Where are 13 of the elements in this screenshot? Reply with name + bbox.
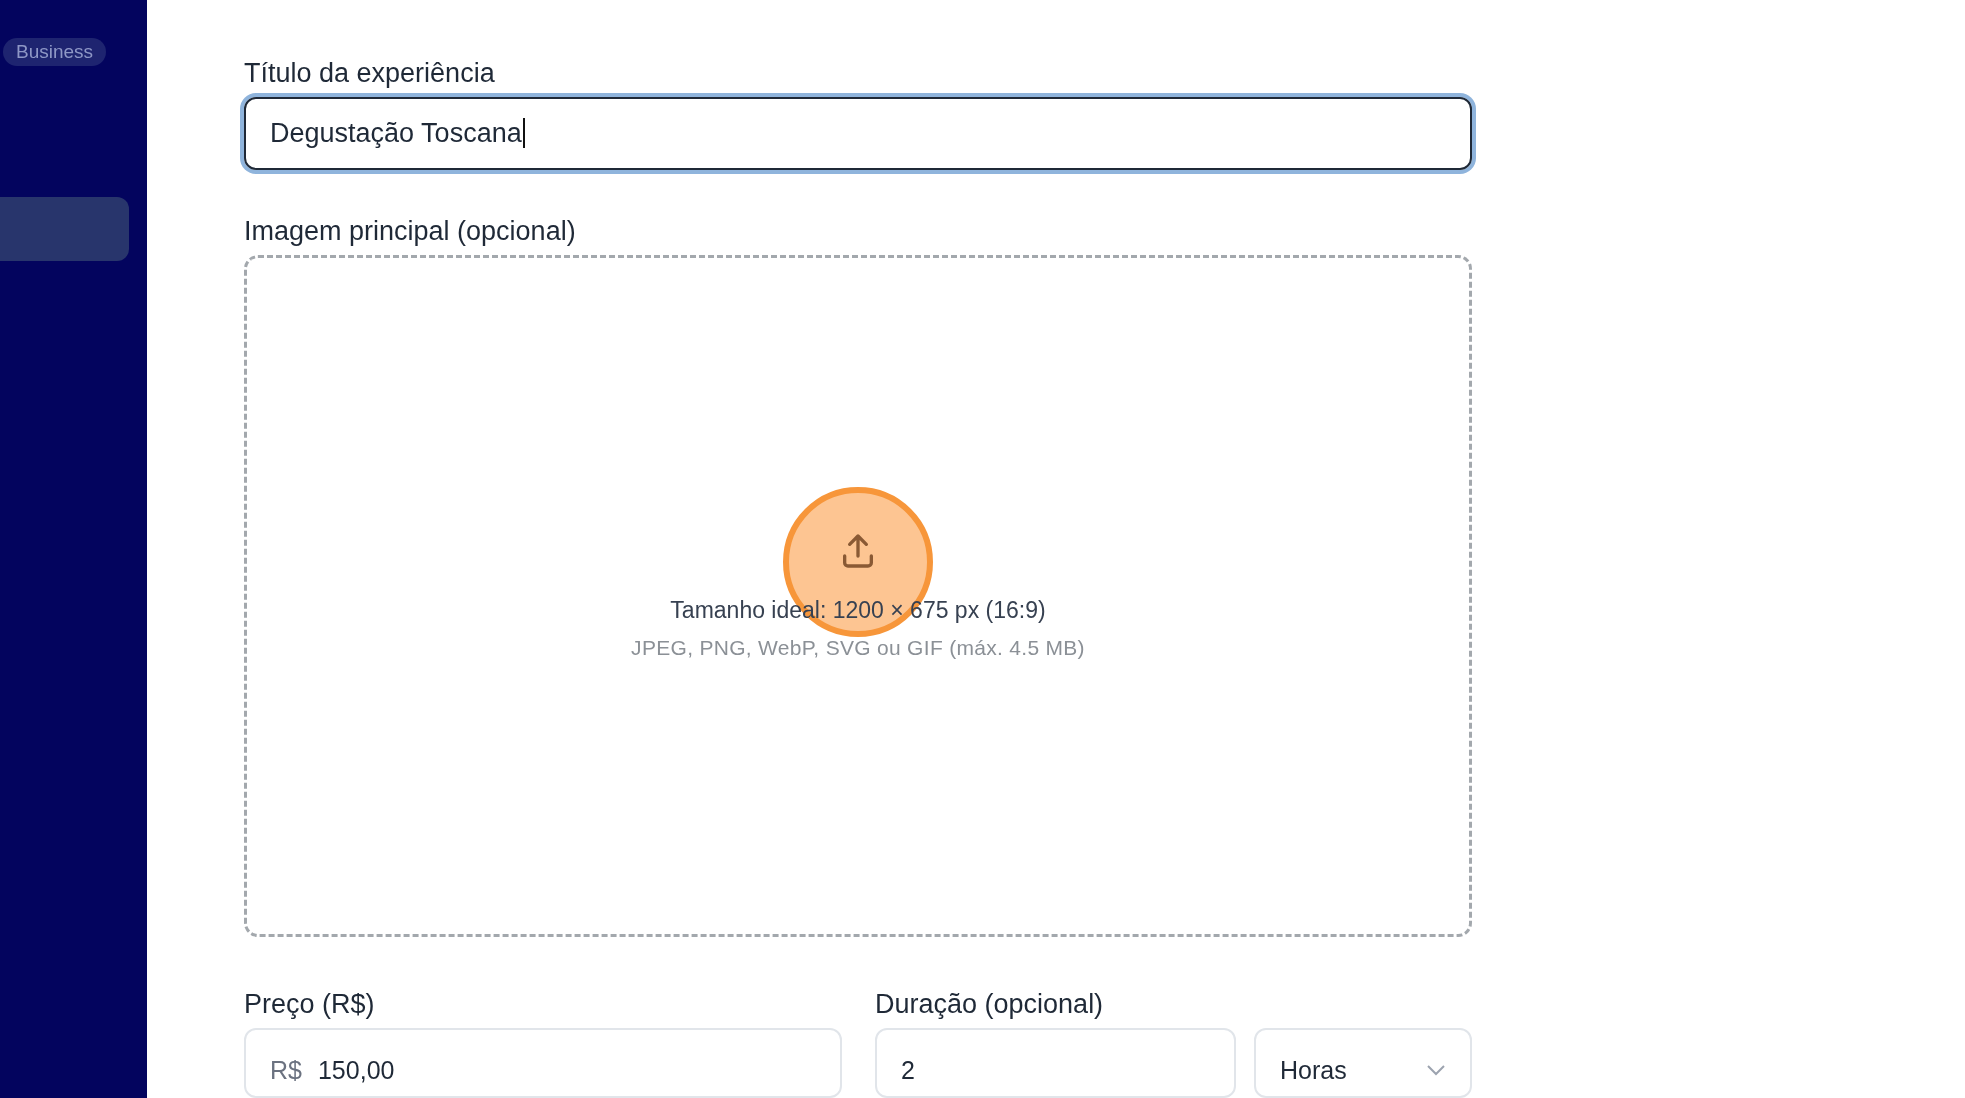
field-label: Título da experiência	[244, 57, 496, 90]
formats-hint: JPEG, PNG, WebP, SVG ou GIF (máx. 4.5 MB)	[631, 636, 1085, 661]
chevron-down-icon	[1426, 1064, 1446, 1076]
unit-select[interactable]: Horas	[1254, 1028, 1472, 1098]
sidebar-item[interactable]	[0, 197, 129, 261]
field-label: Preço (R$)	[244, 988, 376, 1021]
field-label: Imagem principal (opcional)	[244, 215, 577, 248]
duration-input[interactable]: 2	[875, 1028, 1236, 1098]
field-label: Duração (opcional)	[875, 988, 1105, 1021]
currency-prefix: R$	[270, 1055, 302, 1085]
price-input[interactable]: R$ 150,00	[244, 1028, 842, 1098]
price-value: 150,00	[317, 1055, 395, 1085]
plan-badge: Business	[3, 38, 107, 66]
